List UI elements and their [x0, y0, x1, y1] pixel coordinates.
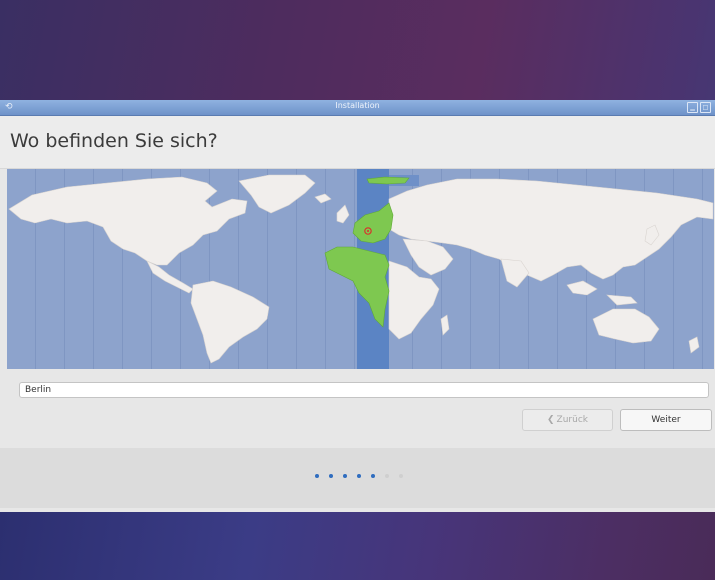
- page-title: Wo befinden Sie sich?: [10, 130, 218, 152]
- progress-dot: [371, 474, 375, 478]
- progress-dot: [343, 474, 347, 478]
- minimize-icon[interactable]: ▁: [687, 102, 698, 113]
- window-title: Installation: [335, 101, 380, 110]
- installer-window: ⟲ Installation ▁ □ Wo befinden Sie sich?: [0, 100, 715, 512]
- maximize-icon[interactable]: □: [700, 102, 711, 113]
- location-input[interactable]: [19, 382, 709, 398]
- page-header: Wo befinden Sie sich?: [0, 116, 715, 169]
- progress-dot: [329, 474, 333, 478]
- progress-dot: [385, 474, 389, 478]
- progress-area: [0, 448, 715, 508]
- back-button[interactable]: ❮ Zurück: [522, 409, 613, 431]
- progress-dot: [399, 474, 403, 478]
- timezone-map[interactable]: [7, 169, 714, 369]
- window-titlebar[interactable]: ⟲ Installation ▁ □: [0, 100, 715, 116]
- progress-indicator: [315, 474, 403, 478]
- desktop-background-bottom: [0, 512, 715, 580]
- progress-dot: [357, 474, 361, 478]
- chevron-left-icon: ❮: [547, 415, 555, 425]
- progress-dot: [315, 474, 319, 478]
- next-button[interactable]: Weiter: [620, 409, 712, 431]
- window-controls: ▁ □: [687, 102, 711, 113]
- back-button-label: Zurück: [556, 415, 588, 425]
- next-button-label: Weiter: [651, 415, 681, 425]
